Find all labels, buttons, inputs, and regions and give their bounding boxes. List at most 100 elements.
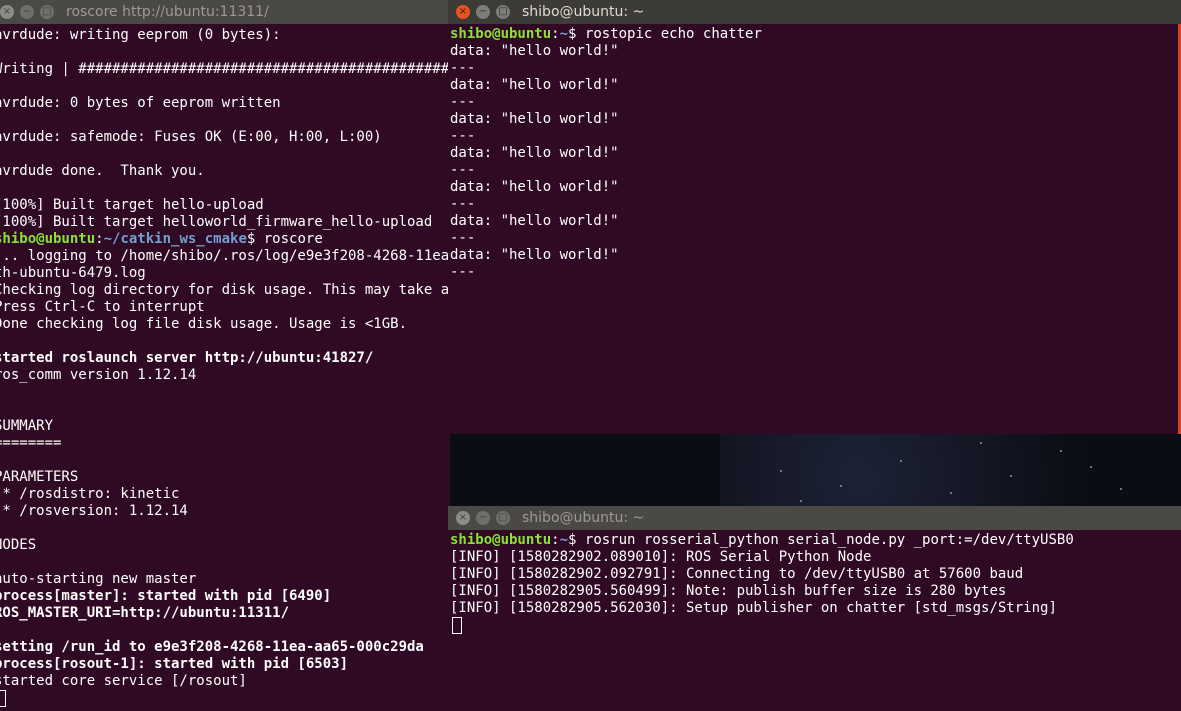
output-text: PARAMETERS: [0, 469, 79, 485]
prompt-symbol: $: [568, 532, 585, 548]
prompt-path: ~/catkin_ws_cmake: [103, 231, 247, 247]
output-text: SUMMARY: [0, 418, 54, 434]
terminal-line: NODES: [0, 537, 450, 554]
text-cursor[interactable]: [452, 617, 462, 634]
terminal-line: [INFO] [1580282905.560499]: Note: publis…: [450, 583, 1181, 600]
terminal-line: Checking log directory for disk usage. T…: [0, 282, 450, 299]
output-text: started roslaunch server http://ubuntu:4…: [0, 350, 374, 366]
output-text: setting /run_id to e9e3f208-4268-11ea-aa…: [0, 639, 424, 655]
terminal-line: [100%] Built target helloworld_firmware_…: [0, 214, 450, 231]
terminal-window-rosrun[interactable]: × − □ shibo@ubuntu: ~ shibo@ubuntu:~$ ro…: [448, 506, 1181, 711]
titlebar-roscore[interactable]: × − □ roscore http://ubuntu:11311/: [0, 0, 450, 24]
terminal-output-rosrun[interactable]: shibo@ubuntu:~$ rosrun rosserial_python …: [448, 532, 1181, 711]
output-text: avrdude: 0 bytes of eeprom written: [0, 95, 281, 111]
star-dot: [980, 442, 982, 444]
output-text: ---: [450, 230, 476, 246]
terminal-line: ros_comm version 1.12.14: [0, 367, 450, 384]
terminal-window-echo[interactable]: × − □ shibo@ubuntu: ~ shibo@ubuntu:~$ ro…: [448, 0, 1181, 434]
terminal-line: data: "hello world!": [450, 145, 1181, 162]
terminal-line: started roslaunch server http://ubuntu:4…: [0, 350, 450, 367]
star-dot: [780, 470, 782, 472]
star-dot: [800, 500, 802, 502]
terminal-line: SUMMARY: [0, 418, 450, 435]
output-text: [100%] Built target hello-upload: [0, 197, 264, 213]
output-text: process[master]: started with pid [6490]: [0, 588, 332, 604]
maximize-icon[interactable]: □: [496, 5, 510, 19]
minimize-icon[interactable]: −: [20, 5, 34, 19]
terminal-line: [450, 617, 1181, 634]
terminal-line: [INFO] [1580282905.562030]: Setup publis…: [450, 600, 1181, 617]
terminal-line: started core service [/rosout]: [0, 673, 450, 690]
terminal-line: ---: [450, 196, 1181, 213]
star-dot: [1060, 450, 1062, 452]
prompt-user-host: shibo@ubuntu: [0, 231, 96, 247]
maximize-icon[interactable]: □: [496, 511, 510, 525]
output-text: data: "hello world!": [450, 247, 619, 263]
terminal-line: setting /run_id to e9e3f208-4268-11ea-aa…: [0, 639, 450, 656]
terminal-line: shibo@ubuntu:~/catkin_ws_cmake$ roscore: [0, 231, 450, 248]
terminal-output-roscore[interactable]: avrdude: writing eeprom (0 bytes): Writin…: [0, 27, 450, 711]
terminal-line: shibo@ubuntu:~$ rosrun rosserial_python …: [450, 532, 1181, 549]
close-icon[interactable]: ×: [456, 5, 470, 19]
command-text: roscore: [263, 231, 323, 247]
output-text: data: "hello world!": [450, 145, 619, 161]
terminal-window-roscore[interactable]: × − □ roscore http://ubuntu:11311/ avrdu…: [0, 0, 450, 711]
output-text: data: "hello world!": [450, 179, 619, 195]
output-text: avrdude: writing eeprom (0 bytes):: [0, 27, 281, 43]
output-text: th-ubuntu-6479.log: [0, 265, 146, 281]
output-text: * /rosdistro: kinetic: [0, 486, 180, 502]
output-text: data: "hello world!": [450, 111, 619, 127]
terminal-output-echo[interactable]: shibo@ubuntu:~$ rostopic echo chatter dat…: [448, 26, 1181, 434]
text-cursor[interactable]: [0, 690, 6, 707]
terminal-line: ... logging to /home/shibo/.ros/log/e9e3…: [0, 248, 450, 265]
titlebar-echo[interactable]: × − □ shibo@ubuntu: ~: [448, 0, 1181, 24]
output-text: NODES: [0, 537, 37, 553]
titlebar-rosrun[interactable]: × − □ shibo@ubuntu: ~: [448, 506, 1181, 530]
terminal-line: avrdude done. Thank you.: [0, 163, 450, 180]
output-text: Done checking log file disk usage. Usage…: [0, 316, 408, 332]
output-text: ros_comm version 1.12.14: [0, 367, 197, 383]
terminal-line: ---: [450, 230, 1181, 247]
output-text: ROS_MASTER_URI=http://ubuntu:11311/: [0, 605, 290, 621]
prompt-separator: :: [95, 231, 104, 247]
window-title: shibo@ubuntu: ~: [522, 4, 645, 20]
output-text: auto-starting new master: [0, 571, 197, 587]
output-text: data: "hello world!": [450, 43, 619, 59]
output-text: avrdude done. Thank you.: [0, 163, 205, 179]
output-text: avrdude: safemode: Fuses OK (E:00, H:00,…: [0, 129, 382, 145]
output-text: ---: [450, 264, 476, 280]
prompt-path: ~: [559, 26, 569, 42]
prompt-user-host: shibo@ubuntu: [450, 532, 552, 548]
close-icon[interactable]: ×: [456, 511, 470, 525]
terminal-line: avrdude: safemode: Fuses OK (E:00, H:00,…: [0, 129, 450, 146]
command-text: rosrun rosserial_python serial_node.py _…: [584, 532, 1074, 548]
terminal-line: th-ubuntu-6479.log: [0, 265, 450, 282]
command-text: rostopic echo chatter: [584, 26, 762, 42]
terminal-line: ---: [450, 128, 1181, 145]
terminal-line: data: "hello world!": [450, 213, 1181, 230]
output-text: [INFO] [1580282902.089010]: ROS Serial P…: [450, 549, 872, 565]
minimize-icon[interactable]: −: [476, 511, 490, 525]
star-dot: [1010, 475, 1012, 477]
close-icon[interactable]: ×: [0, 5, 14, 19]
terminal-line: Writing | ##############################…: [0, 61, 450, 78]
minimize-icon[interactable]: −: [476, 5, 490, 19]
terminal-line: avrdude: writing eeprom (0 bytes):: [0, 27, 450, 44]
output-text: [INFO] [1580282905.560499]: Note: publis…: [450, 583, 1007, 599]
terminal-line: [0, 690, 450, 707]
prompt-symbol: $: [246, 231, 264, 247]
window-title: shibo@ubuntu: ~: [522, 510, 645, 526]
terminal-line: data: "hello world!": [450, 77, 1181, 94]
output-text: ---: [450, 94, 476, 110]
terminal-line: * /rosdistro: kinetic: [0, 486, 450, 503]
maximize-icon[interactable]: □: [40, 5, 54, 19]
output-text: [INFO] [1580282902.092791]: Connecting t…: [450, 566, 1024, 582]
terminal-line: process[rosout-1]: started with pid [650…: [0, 656, 450, 673]
